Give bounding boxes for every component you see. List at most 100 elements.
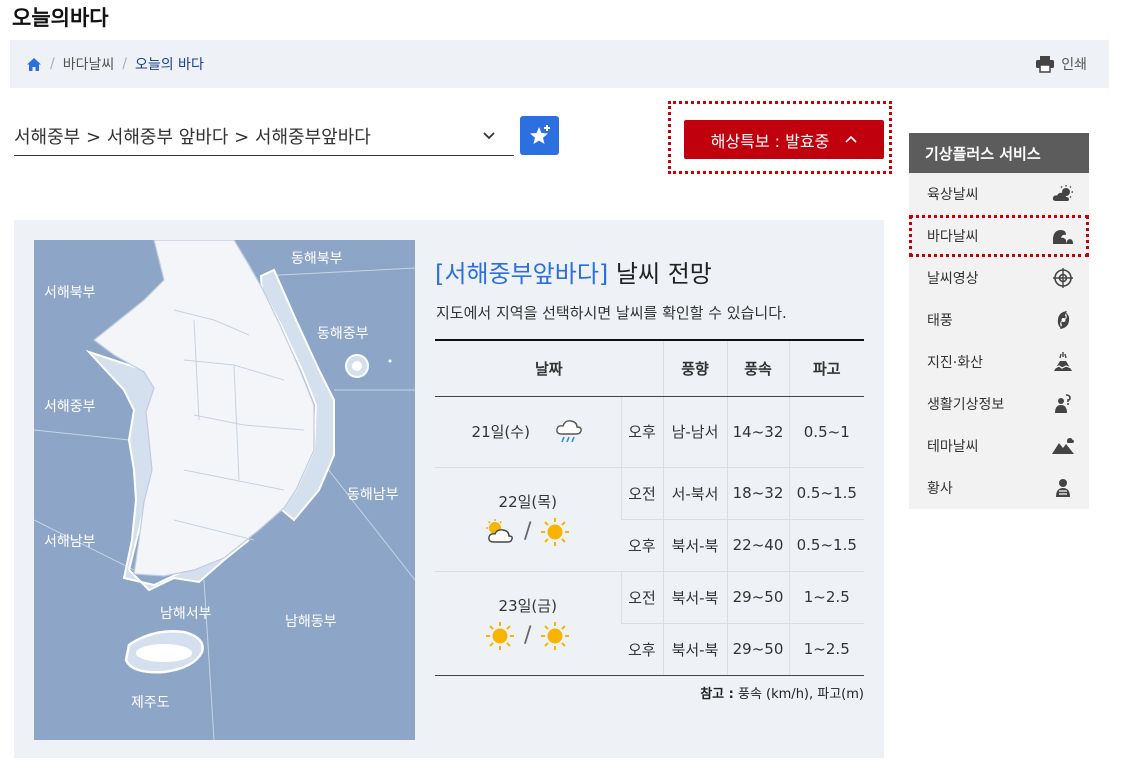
wind-direction-cell: 북서-북: [662, 571, 727, 624]
breadcrumb-bar: / 바다날씨 / 오늘의 바다 인쇄: [10, 40, 1109, 88]
period-cell: 오전: [620, 467, 663, 520]
typhoon-icon: [1051, 309, 1075, 331]
slash-separator: /: [524, 623, 532, 648]
map-area-south-west[interactable]: 남해서부: [160, 603, 212, 623]
header-wind-direction: 풍향: [662, 339, 727, 397]
sidebar-item-label: 육상날씨: [927, 187, 979, 203]
breadcrumb-sea-weather[interactable]: 바다날씨: [63, 54, 115, 74]
sun-icon: [484, 620, 516, 652]
day-label: 22일(목): [498, 492, 557, 511]
forecast-description: 지도에서 지역을 선택하시면 날씨를 확인할 수 있습니다.: [436, 304, 787, 322]
sidebar-title: 기상플러스 서비스: [909, 133, 1089, 173]
breadcrumb-separator: /: [122, 56, 127, 72]
map-area-east-south[interactable]: 동해남부: [347, 484, 399, 504]
day-label: 21일(수): [471, 423, 530, 441]
period-cell: 오전: [620, 571, 663, 624]
day-cell: 21일(수): [435, 396, 621, 468]
marine-alert-label: 해상특보 : 발효중: [710, 131, 830, 151]
chevron-down-icon: [482, 126, 496, 147]
weather-plus-sidebar: 기상플러스 서비스 육상날씨 바다날씨 날씨영상 태풍 지진·화산 생활기상정보…: [909, 133, 1089, 509]
map-area-west-south[interactable]: 서해남부: [44, 531, 96, 551]
breadcrumb-separator: /: [50, 56, 55, 72]
forecast-table: 날짜 풍향 풍속 파고 21일(수) 오후 남-남서 14~32 0.5~1 2: [435, 339, 864, 676]
header-date: 날짜: [435, 339, 663, 397]
breadcrumb-current[interactable]: 오늘의 바다: [135, 54, 204, 74]
slash-separator: /: [524, 519, 532, 544]
table-row: 21일(수) 오후 남-남서 14~32 0.5~1: [435, 396, 864, 468]
sea-area-map: 동해북부 서해북부 동해중부 서해중부 동해남부 서해남부 남해서부 남해동부 …: [34, 240, 415, 740]
rain-cloud-icon: [554, 418, 584, 446]
sidebar-item-label: 날씨영상: [927, 271, 979, 287]
forecast-title-rest: 날씨 전망: [608, 260, 712, 288]
table-row: 23일(금) / 오전 북서-북 29~50 1~2.5: [435, 571, 864, 676]
wave-height-cell: 1~2.5: [788, 623, 864, 676]
period-cell: 오후: [620, 396, 663, 468]
chevron-up-icon: [845, 132, 857, 148]
mountain-icon: [1051, 436, 1075, 456]
region-select-value: 서해중부 > 서해중부 앞바다 > 서해중부앞바다: [14, 126, 371, 148]
sidebar-item-label: 생활기상정보: [927, 397, 1005, 413]
add-favorite-button[interactable]: [520, 116, 559, 155]
print-button[interactable]: 인쇄: [1035, 40, 1087, 88]
marine-alert-button[interactable]: 해상특보 : 발효중: [684, 120, 884, 159]
sidebar-item-label: 황사: [927, 481, 953, 497]
wave-height-cell: 0.5~1.5: [788, 467, 864, 520]
volcano-icon: [1051, 351, 1075, 373]
sidebar-item-label: 지진·화산: [927, 355, 983, 371]
wind-direction-cell: 북서-북: [662, 519, 727, 572]
sidebar-item-sea-weather[interactable]: 바다날씨: [909, 215, 1089, 257]
day-cell: 22일(목) /: [435, 467, 621, 572]
wind-direction-cell: 북서-북: [662, 623, 727, 676]
breadcrumb: / 바다날씨 / 오늘의 바다: [26, 40, 204, 88]
sidebar-list: 육상날씨 바다날씨 날씨영상 태풍 지진·화산 생활기상정보 테마날씨 황사: [909, 173, 1089, 509]
print-label: 인쇄: [1061, 57, 1087, 73]
sun-icon: [539, 620, 571, 652]
land-weather-icon: [1051, 184, 1075, 204]
sidebar-item-label: 태풍: [927, 313, 953, 329]
unit-note-label: 참고 :: [700, 687, 734, 702]
unit-note-text: 풍속 (km/h), 파고(m): [733, 687, 864, 702]
sidebar-item-label: 테마날씨: [927, 439, 979, 455]
wave-height-cell: 1~2.5: [788, 571, 864, 624]
forecast-title-area: [서해중부앞바다]: [435, 260, 609, 288]
day-cell: 23일(금) /: [435, 571, 621, 676]
wave-height-cell: 0.5~1: [788, 396, 864, 468]
sidebar-item-yellow-dust[interactable]: 황사: [909, 467, 1089, 509]
sidebar-item-land-weather[interactable]: 육상날씨: [909, 173, 1089, 215]
sidebar-item-life-weather[interactable]: 생활기상정보: [909, 383, 1089, 425]
wind-direction-cell: 서-북서: [662, 467, 727, 520]
wave-height-cell: 0.5~1.5: [788, 519, 864, 572]
table-row: 22일(목) / 오전 서-북서 18~32 0.5~1.5: [435, 467, 864, 572]
sun-icon: [539, 516, 571, 548]
life-info-icon: [1051, 393, 1075, 415]
sidebar-item-typhoon[interactable]: 태풍: [909, 299, 1089, 341]
period-cell: 오후: [621, 623, 663, 676]
wind-direction-cell: 남-남서: [662, 396, 727, 468]
sidebar-item-weather-video[interactable]: 날씨영상: [909, 257, 1089, 299]
header-wind-speed: 풍속: [726, 339, 789, 397]
sidebar-item-theme-weather[interactable]: 테마날씨: [909, 425, 1089, 467]
map-area-south-east[interactable]: 남해동부: [285, 611, 337, 631]
star-plus-icon: [527, 123, 553, 149]
map-area-east-central[interactable]: 동해중부: [317, 323, 369, 343]
partly-cloudy-icon: [484, 518, 516, 546]
header-wave-height: 파고: [788, 339, 864, 397]
map-area-east-north[interactable]: 동해북부: [291, 248, 343, 268]
sidebar-item-label: 바다날씨: [927, 229, 979, 245]
map-area-west-central[interactable]: 서해중부: [44, 396, 96, 416]
forecast-title: [서해중부앞바다] 날씨 전망: [435, 254, 712, 289]
region-select[interactable]: 서해중부 > 서해중부 앞바다 > 서해중부앞바다: [14, 116, 514, 156]
map-area-jeju[interactable]: 제주도: [131, 692, 170, 712]
map-area-west-north[interactable]: 서해북부: [44, 282, 96, 302]
wind-speed-cell: 22~40: [726, 519, 789, 572]
dust-icon: [1051, 477, 1075, 499]
sidebar-item-earthquake-volcano[interactable]: 지진·화산: [909, 341, 1089, 383]
table-header-row: 날짜 풍향 풍속 파고: [435, 339, 864, 397]
period-cell: 오후: [621, 519, 663, 572]
home-icon[interactable]: [26, 57, 42, 72]
day-label: 23일(금): [498, 596, 557, 615]
page-title: 오늘의바다: [12, 6, 109, 30]
wind-speed-cell: 14~32: [726, 396, 789, 468]
unit-note: 참고 : 풍속 (km/h), 파고(m): [600, 683, 864, 702]
wind-speed-cell: 29~50: [726, 571, 789, 624]
